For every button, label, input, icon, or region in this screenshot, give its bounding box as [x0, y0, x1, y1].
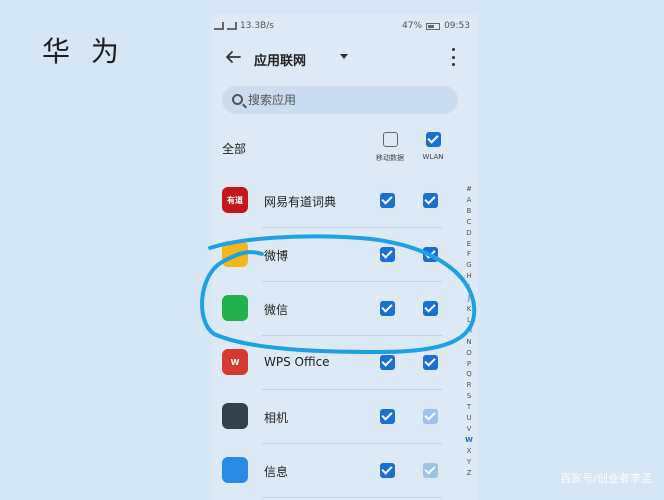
wlan-column-header: WLAN	[413, 132, 453, 161]
weibo-icon	[222, 241, 248, 267]
app-name: 信息	[264, 465, 289, 479]
toolbar: 应用联网	[212, 44, 478, 74]
mobile-data-all-checkbox[interactable]	[382, 132, 398, 147]
messages-icon	[222, 457, 248, 483]
index-letter[interactable]: B	[467, 206, 472, 217]
index-letter[interactable]: U	[466, 413, 471, 424]
app-name: 微信	[264, 303, 289, 317]
index-letter[interactable]: Q	[466, 369, 472, 380]
mobile-data-checkbox[interactable]	[380, 463, 395, 478]
camera-icon	[222, 403, 248, 429]
wlan-checkbox[interactable]	[423, 247, 438, 262]
app-name: 网易有道词典	[264, 195, 337, 209]
search-icon	[232, 94, 243, 105]
search-input[interactable]	[248, 90, 448, 110]
index-letter[interactable]: Z	[467, 468, 472, 479]
wlan-all-checkbox[interactable]	[425, 132, 441, 147]
page-title: 应用联网	[254, 54, 307, 69]
index-letter[interactable]: P	[467, 359, 471, 370]
app-row[interactable]: 微博	[212, 228, 452, 282]
brand-label: 华 为	[42, 35, 125, 68]
index-letter[interactable]: I	[468, 282, 470, 293]
index-letter[interactable]: S	[467, 391, 471, 402]
index-letter[interactable]: J	[468, 293, 470, 304]
signal-icon	[214, 22, 224, 30]
status-bar: 13.3B/s 47% 09:53	[212, 18, 478, 34]
app-name: WPS Office	[264, 355, 330, 369]
phone-screen: 13.3B/s 47% 09:53 应用联网 全部 移动数据 WLAN 有道网易…	[212, 14, 478, 500]
index-letter[interactable]: V	[467, 424, 472, 435]
battery-percent: 47%	[402, 21, 423, 31]
wps-icon: W	[222, 349, 248, 375]
app-row[interactable]: W WPS Office	[212, 336, 452, 390]
index-letter[interactable]: G	[466, 260, 471, 271]
app-row[interactable]: 信息	[212, 444, 452, 498]
index-letter[interactable]: H	[466, 271, 471, 282]
alphabet-index-bar[interactable]: # A B C D E F G H I J K L M N O P Q R S T U V W X Y Z	[462, 184, 476, 478]
wlan-checkbox[interactable]	[423, 409, 438, 424]
app-row[interactable]: 相机	[212, 390, 452, 444]
index-letter[interactable]: D	[466, 228, 471, 239]
index-letter[interactable]: F	[467, 249, 471, 260]
index-letter[interactable]: L	[467, 315, 471, 326]
index-letter[interactable]: O	[466, 348, 472, 359]
wlan-checkbox[interactable]	[423, 193, 438, 208]
mobile-data-checkbox[interactable]	[380, 193, 395, 208]
mobile-data-checkbox[interactable]	[380, 301, 395, 316]
index-letter[interactable]: E	[467, 239, 471, 250]
index-letter[interactable]: N	[466, 337, 471, 348]
wlan-checkbox[interactable]	[423, 355, 438, 370]
wlan-checkbox[interactable]	[423, 463, 438, 478]
index-letter[interactable]: T	[467, 402, 471, 413]
battery-icon	[426, 22, 441, 30]
row-divider	[262, 497, 442, 498]
app-row[interactable]: 微信	[212, 282, 452, 336]
index-letter[interactable]: X	[467, 446, 472, 457]
network-speed: 13.3B/s	[240, 21, 274, 31]
all-apps-row: 全部 移动数据 WLAN	[222, 132, 468, 176]
index-letter[interactable]: Y	[467, 457, 471, 468]
youdao-icon: 有道	[222, 187, 248, 213]
arrow-left-icon[interactable]	[224, 48, 242, 66]
app-name: 微博	[264, 249, 289, 263]
index-letter[interactable]: K	[467, 304, 472, 315]
signal-icon-2	[227, 22, 237, 30]
index-letter[interactable]: M	[466, 326, 472, 337]
caret-down-icon[interactable]	[340, 54, 348, 59]
index-letter[interactable]: W	[465, 435, 473, 446]
watermark: 百家号/创业者李孟	[560, 472, 652, 485]
mobile-data-column-header: 移动数据	[370, 132, 410, 163]
app-row[interactable]: 有道 网易有道词典	[212, 174, 452, 228]
index-letter[interactable]: A	[467, 195, 472, 206]
clock: 09:53	[444, 21, 470, 31]
all-label: 全部	[222, 142, 247, 156]
mobile-data-checkbox[interactable]	[380, 409, 395, 424]
search-bar[interactable]	[222, 86, 458, 114]
mobile-data-checkbox[interactable]	[380, 247, 395, 262]
app-name: 相机	[264, 411, 289, 425]
wechat-icon	[222, 295, 248, 321]
index-letter[interactable]: C	[467, 217, 472, 228]
more-vertical-icon[interactable]	[450, 48, 456, 66]
index-letter[interactable]: #	[466, 184, 472, 195]
mobile-data-label: 移动数据	[376, 154, 404, 162]
mobile-data-checkbox[interactable]	[380, 355, 395, 370]
wlan-label: WLAN	[422, 153, 444, 161]
index-letter[interactable]: R	[467, 380, 472, 391]
wlan-checkbox[interactable]	[423, 301, 438, 316]
